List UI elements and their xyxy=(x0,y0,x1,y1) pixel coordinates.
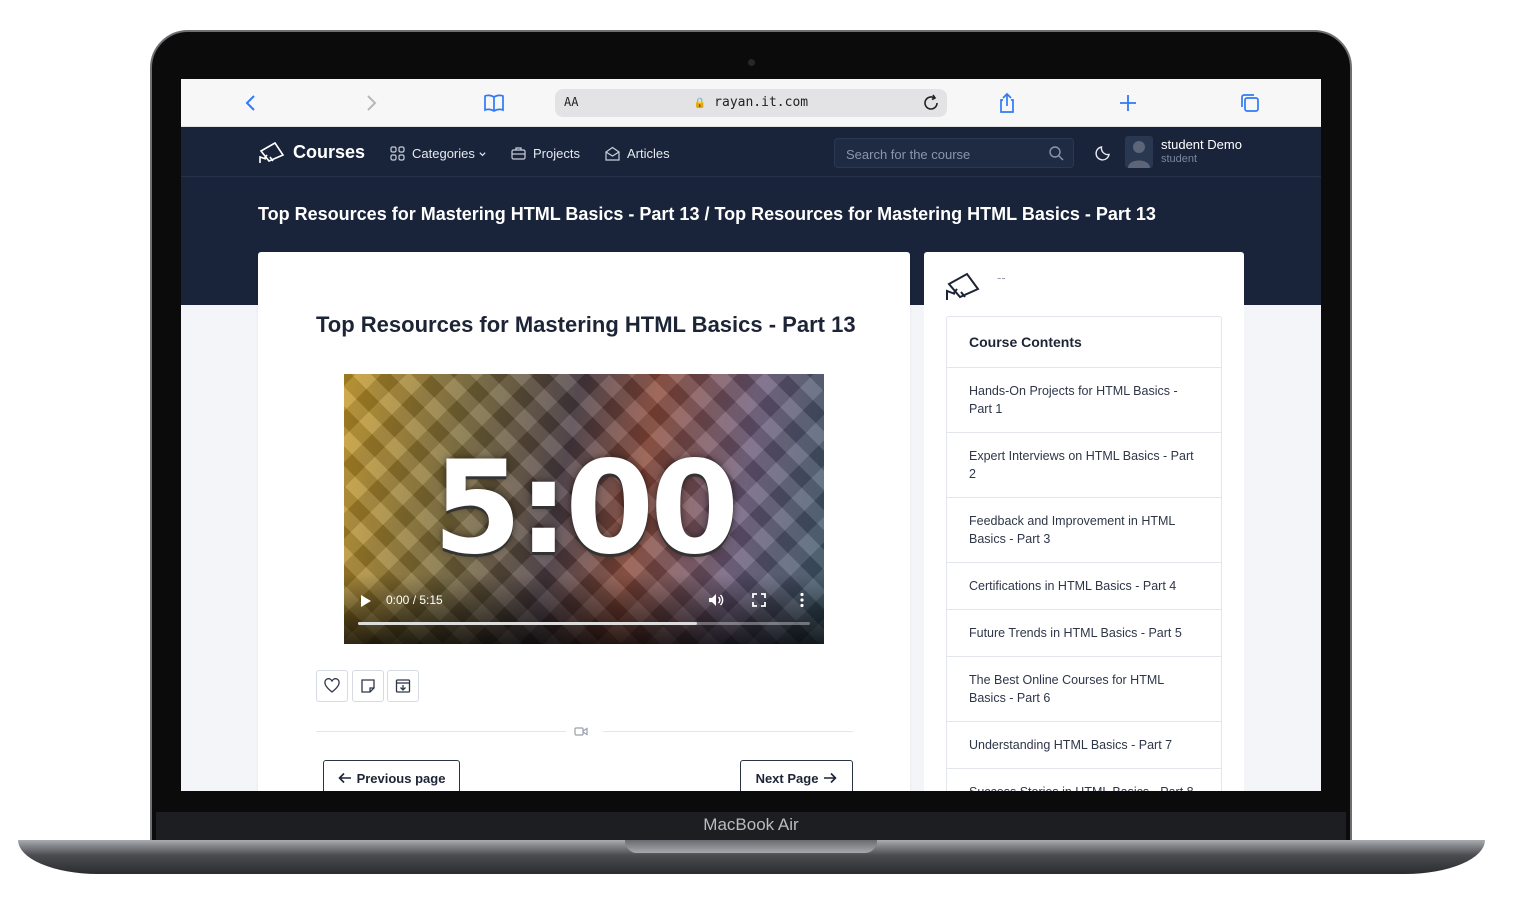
search-input[interactable]: Search for the course xyxy=(834,138,1074,168)
archive-download-icon xyxy=(395,679,411,693)
course-instructor-placeholder: -- xyxy=(997,270,1006,285)
nav-categories[interactable]: Categories xyxy=(390,144,487,162)
briefcase-icon xyxy=(511,146,526,160)
video-controls-bar xyxy=(344,574,824,644)
list-item[interactable]: Understanding HTML Basics - Part 7 xyxy=(947,722,1221,769)
list-item[interactable]: Expert Interviews on HTML Basics - Part … xyxy=(947,433,1221,498)
address-bar[interactable]: AA 🔒 rayan.it.com xyxy=(555,89,947,117)
device-label: MacBook Air xyxy=(703,815,799,834)
next-page-button[interactable]: Next Page xyxy=(740,760,853,791)
divider-right xyxy=(603,731,853,732)
new-tab-icon[interactable] xyxy=(1116,92,1140,114)
chevron-down-icon xyxy=(479,151,486,156)
url-text: rayan.it.com xyxy=(714,95,809,110)
forward-icon[interactable] xyxy=(359,92,383,114)
breadcrumb: Top Resources for Mastering HTML Basics … xyxy=(258,204,1156,224)
list-item[interactable]: Hands-On Projects for HTML Basics - Part… xyxy=(947,368,1221,433)
search-icon[interactable] xyxy=(1048,145,1065,162)
brand-logo[interactable]: Courses xyxy=(257,137,365,167)
video-buffer-fill xyxy=(358,622,697,625)
list-item[interactable]: Certifications in HTML Basics - Part 4 xyxy=(947,563,1221,610)
divider-left xyxy=(316,731,566,732)
heart-icon xyxy=(324,678,340,693)
user-silhouette-icon xyxy=(1128,141,1150,168)
user-name[interactable]: student Demo xyxy=(1161,137,1242,152)
video-time: 0:00 / 5:15 xyxy=(386,593,443,607)
list-item[interactable]: Success Stories in HTML Basics - Part 8 xyxy=(947,769,1221,791)
lesson-card: Top Resources for Mastering HTML Basics … xyxy=(258,252,910,791)
nav-categories-label: Categories xyxy=(412,145,475,161)
list-item[interactable]: Feedback and Improvement in HTML Basics … xyxy=(947,498,1221,563)
course-sidebar: -- Course Contents Hands-On Projects for… xyxy=(924,252,1244,791)
favorite-button[interactable] xyxy=(316,670,348,702)
brand-name: Courses xyxy=(293,141,366,162)
play-icon[interactable] xyxy=(360,594,372,608)
next-page-label: Next Page xyxy=(755,770,819,786)
video-overlay-text: 5:00 xyxy=(432,434,739,583)
video-player[interactable]: 5:00 0:00 / 5:15 xyxy=(344,374,824,644)
camera-icon xyxy=(748,59,755,66)
lock-icon: 🔒 xyxy=(693,98,707,109)
envelope-open-icon xyxy=(605,146,620,161)
reload-icon[interactable] xyxy=(921,93,941,113)
list-item[interactable]: Future Trends in HTML Basics - Part 5 xyxy=(947,610,1221,657)
nav-projects[interactable]: Projects xyxy=(511,144,580,162)
bookmarks-icon[interactable] xyxy=(482,92,506,114)
nav-articles-label: Articles xyxy=(627,145,670,161)
previous-page-label: Previous page xyxy=(356,770,446,786)
grid-icon xyxy=(390,145,405,161)
lesson-title: Top Resources for Mastering HTML Basics … xyxy=(316,312,856,337)
screen: AA 🔒 rayan.it.com Courses Categories Pro… xyxy=(181,79,1321,791)
list-item[interactable]: The Best Online Courses for HTML Basics … xyxy=(947,657,1221,722)
laptop-notch xyxy=(625,840,877,853)
safari-toolbar: AA 🔒 rayan.it.com xyxy=(181,79,1321,127)
nav-articles[interactable]: Articles xyxy=(605,144,670,162)
search-placeholder: Search for the course xyxy=(846,147,971,162)
arrow-left-icon xyxy=(337,772,351,784)
course-camera-icon xyxy=(946,272,980,300)
arrow-right-icon xyxy=(824,772,838,784)
fullscreen-icon[interactable] xyxy=(752,593,766,607)
back-icon[interactable] xyxy=(239,92,263,114)
site-navbar: Courses Categories Projects Articles Sea… xyxy=(181,127,1321,177)
user-role: student xyxy=(1161,153,1198,165)
url-display: 🔒 rayan.it.com xyxy=(555,95,947,110)
video-camera-icon xyxy=(574,727,588,736)
avatar[interactable] xyxy=(1125,136,1153,168)
share-icon[interactable] xyxy=(995,92,1019,114)
volume-icon[interactable] xyxy=(708,592,724,608)
tabs-overview-icon[interactable] xyxy=(1238,92,1262,114)
nav-projects-label: Projects xyxy=(533,145,580,161)
video-progress-track[interactable] xyxy=(358,622,810,625)
save-button[interactable] xyxy=(387,670,419,702)
course-contents-panel: Course Contents Hands-On Projects for HT… xyxy=(946,316,1222,791)
sticky-note-icon xyxy=(361,679,375,693)
more-options-icon[interactable] xyxy=(798,592,806,608)
course-contents-title: Course Contents xyxy=(947,317,1221,368)
previous-page-button[interactable]: Previous page xyxy=(323,760,460,791)
note-button[interactable] xyxy=(352,670,384,702)
camera-logo-icon xyxy=(259,141,285,163)
dark-mode-toggle-icon[interactable] xyxy=(1095,143,1113,161)
